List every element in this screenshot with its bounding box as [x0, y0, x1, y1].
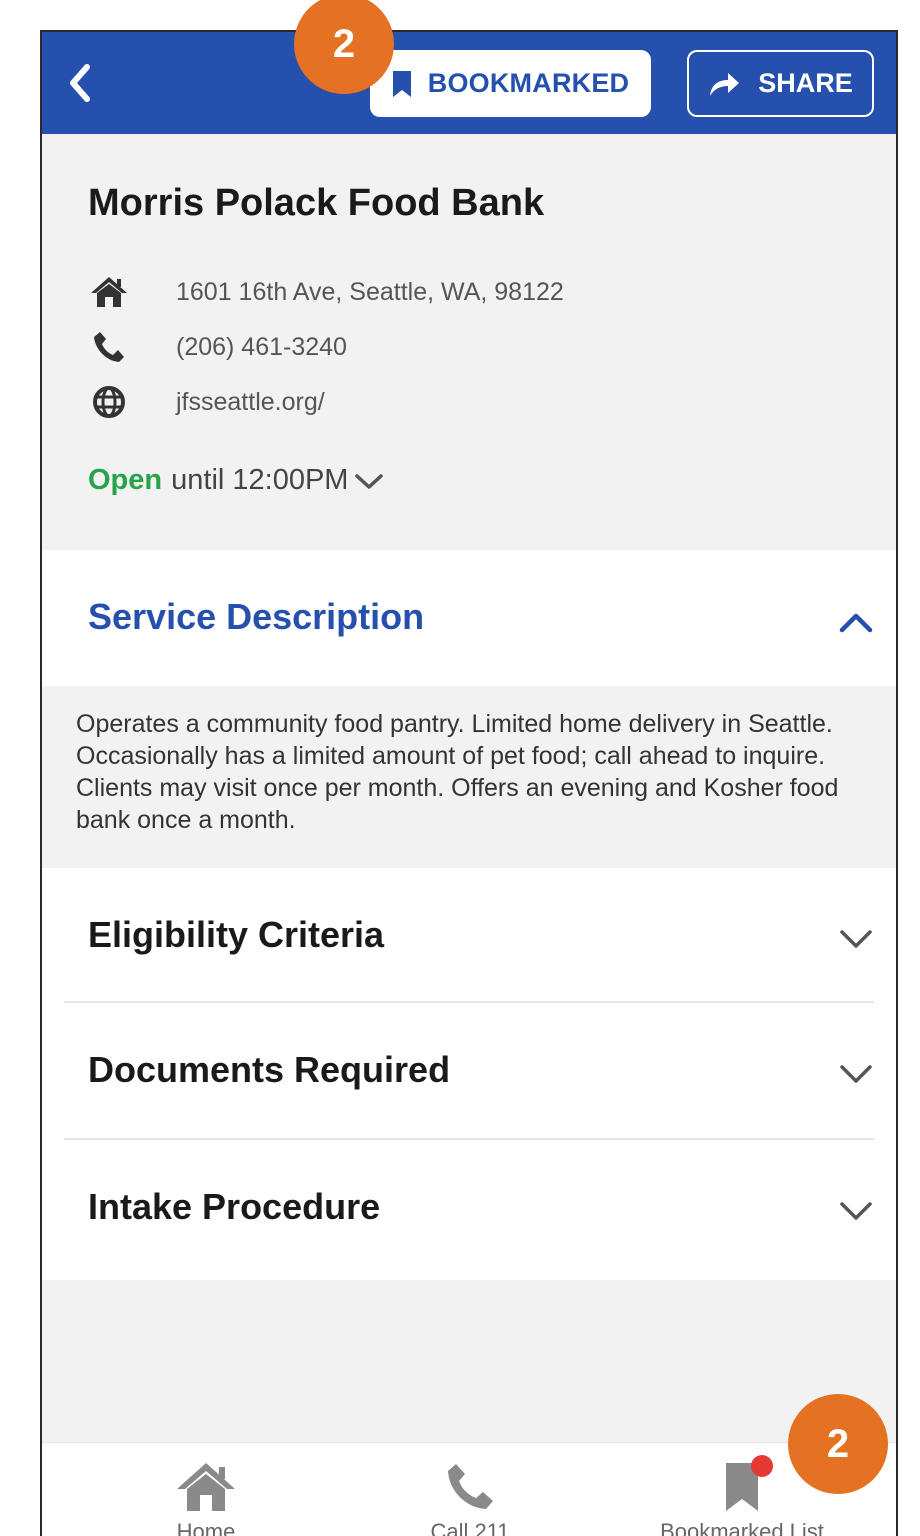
nav-call-211[interactable]: Call 211: [350, 1443, 590, 1536]
home-icon: [88, 272, 130, 312]
phone-icon: [88, 327, 130, 367]
website-row[interactable]: jfsseattle.org/: [88, 382, 325, 422]
bookmark-icon: [392, 70, 411, 97]
bookmark-button-label: BOOKMARKED: [427, 68, 630, 98]
service-description-text: Operates a community food pantry. Limite…: [76, 710, 839, 834]
share-button-label: SHARE: [758, 68, 853, 98]
hours-toggle[interactable]: Open until 12:00PM: [88, 464, 384, 497]
section-intake-label: Intake Procedure: [88, 1186, 381, 1227]
section-documents-label: Documents Required: [88, 1049, 451, 1090]
section-service-description[interactable]: Service Description: [42, 550, 896, 686]
callout-badge-bottom: 2: [788, 1394, 888, 1494]
chevron-down-icon: [840, 930, 872, 948]
hours-text: until 12:00PM: [171, 464, 349, 496]
bookmark-button[interactable]: BOOKMARKED: [370, 50, 651, 117]
nav-bookmarked-label: Bookmarked List: [660, 1519, 824, 1536]
phone-screen: BOOKMARKED SHARE Morris Polack Food Bank…: [40, 30, 898, 1536]
address-row[interactable]: 1601 16th Ave, Seattle, WA, 98122: [88, 272, 564, 312]
chevron-up-icon: [839, 613, 873, 633]
page-title: Morris Polack Food Bank: [88, 182, 545, 224]
globe-icon: [88, 382, 130, 422]
service-description-body: Operates a community food pantry. Limite…: [42, 686, 896, 868]
address-text: 1601 16th Ave, Seattle, WA, 98122: [176, 277, 564, 306]
bottom-nav: Home Call 211 Bookmarked List: [42, 1442, 896, 1536]
section-intake-procedure[interactable]: Intake Procedure: [42, 1140, 896, 1280]
phone-text: (206) 461-3240: [176, 332, 347, 361]
section-eligibility-criteria[interactable]: Eligibility Criteria: [42, 868, 896, 1002]
share-button[interactable]: SHARE: [687, 50, 874, 117]
chevron-down-icon: [840, 1065, 872, 1083]
section-eligibility-label: Eligibility Criteria: [88, 914, 385, 955]
chevron-down-icon: [840, 1202, 872, 1220]
chevron-down-icon: [354, 471, 384, 491]
back-button[interactable]: [60, 58, 100, 108]
share-arrow-icon: [710, 72, 740, 96]
home-icon: [177, 1463, 235, 1511]
nav-call-label: Call 211: [430, 1519, 510, 1536]
chevron-left-icon: [70, 64, 90, 102]
phone-icon: [448, 1464, 493, 1509]
section-service-description-label: Service Description: [88, 596, 425, 637]
notification-dot: [751, 1455, 773, 1477]
nav-home[interactable]: Home: [86, 1443, 326, 1536]
open-status: Open: [88, 464, 163, 496]
app-header: BOOKMARKED SHARE: [42, 32, 896, 134]
phone-row[interactable]: (206) 461-3240: [88, 327, 347, 367]
section-documents-required[interactable]: Documents Required: [42, 1003, 896, 1139]
website-link: jfsseattle.org/: [176, 387, 325, 416]
nav-home-label: Home: [176, 1519, 236, 1536]
